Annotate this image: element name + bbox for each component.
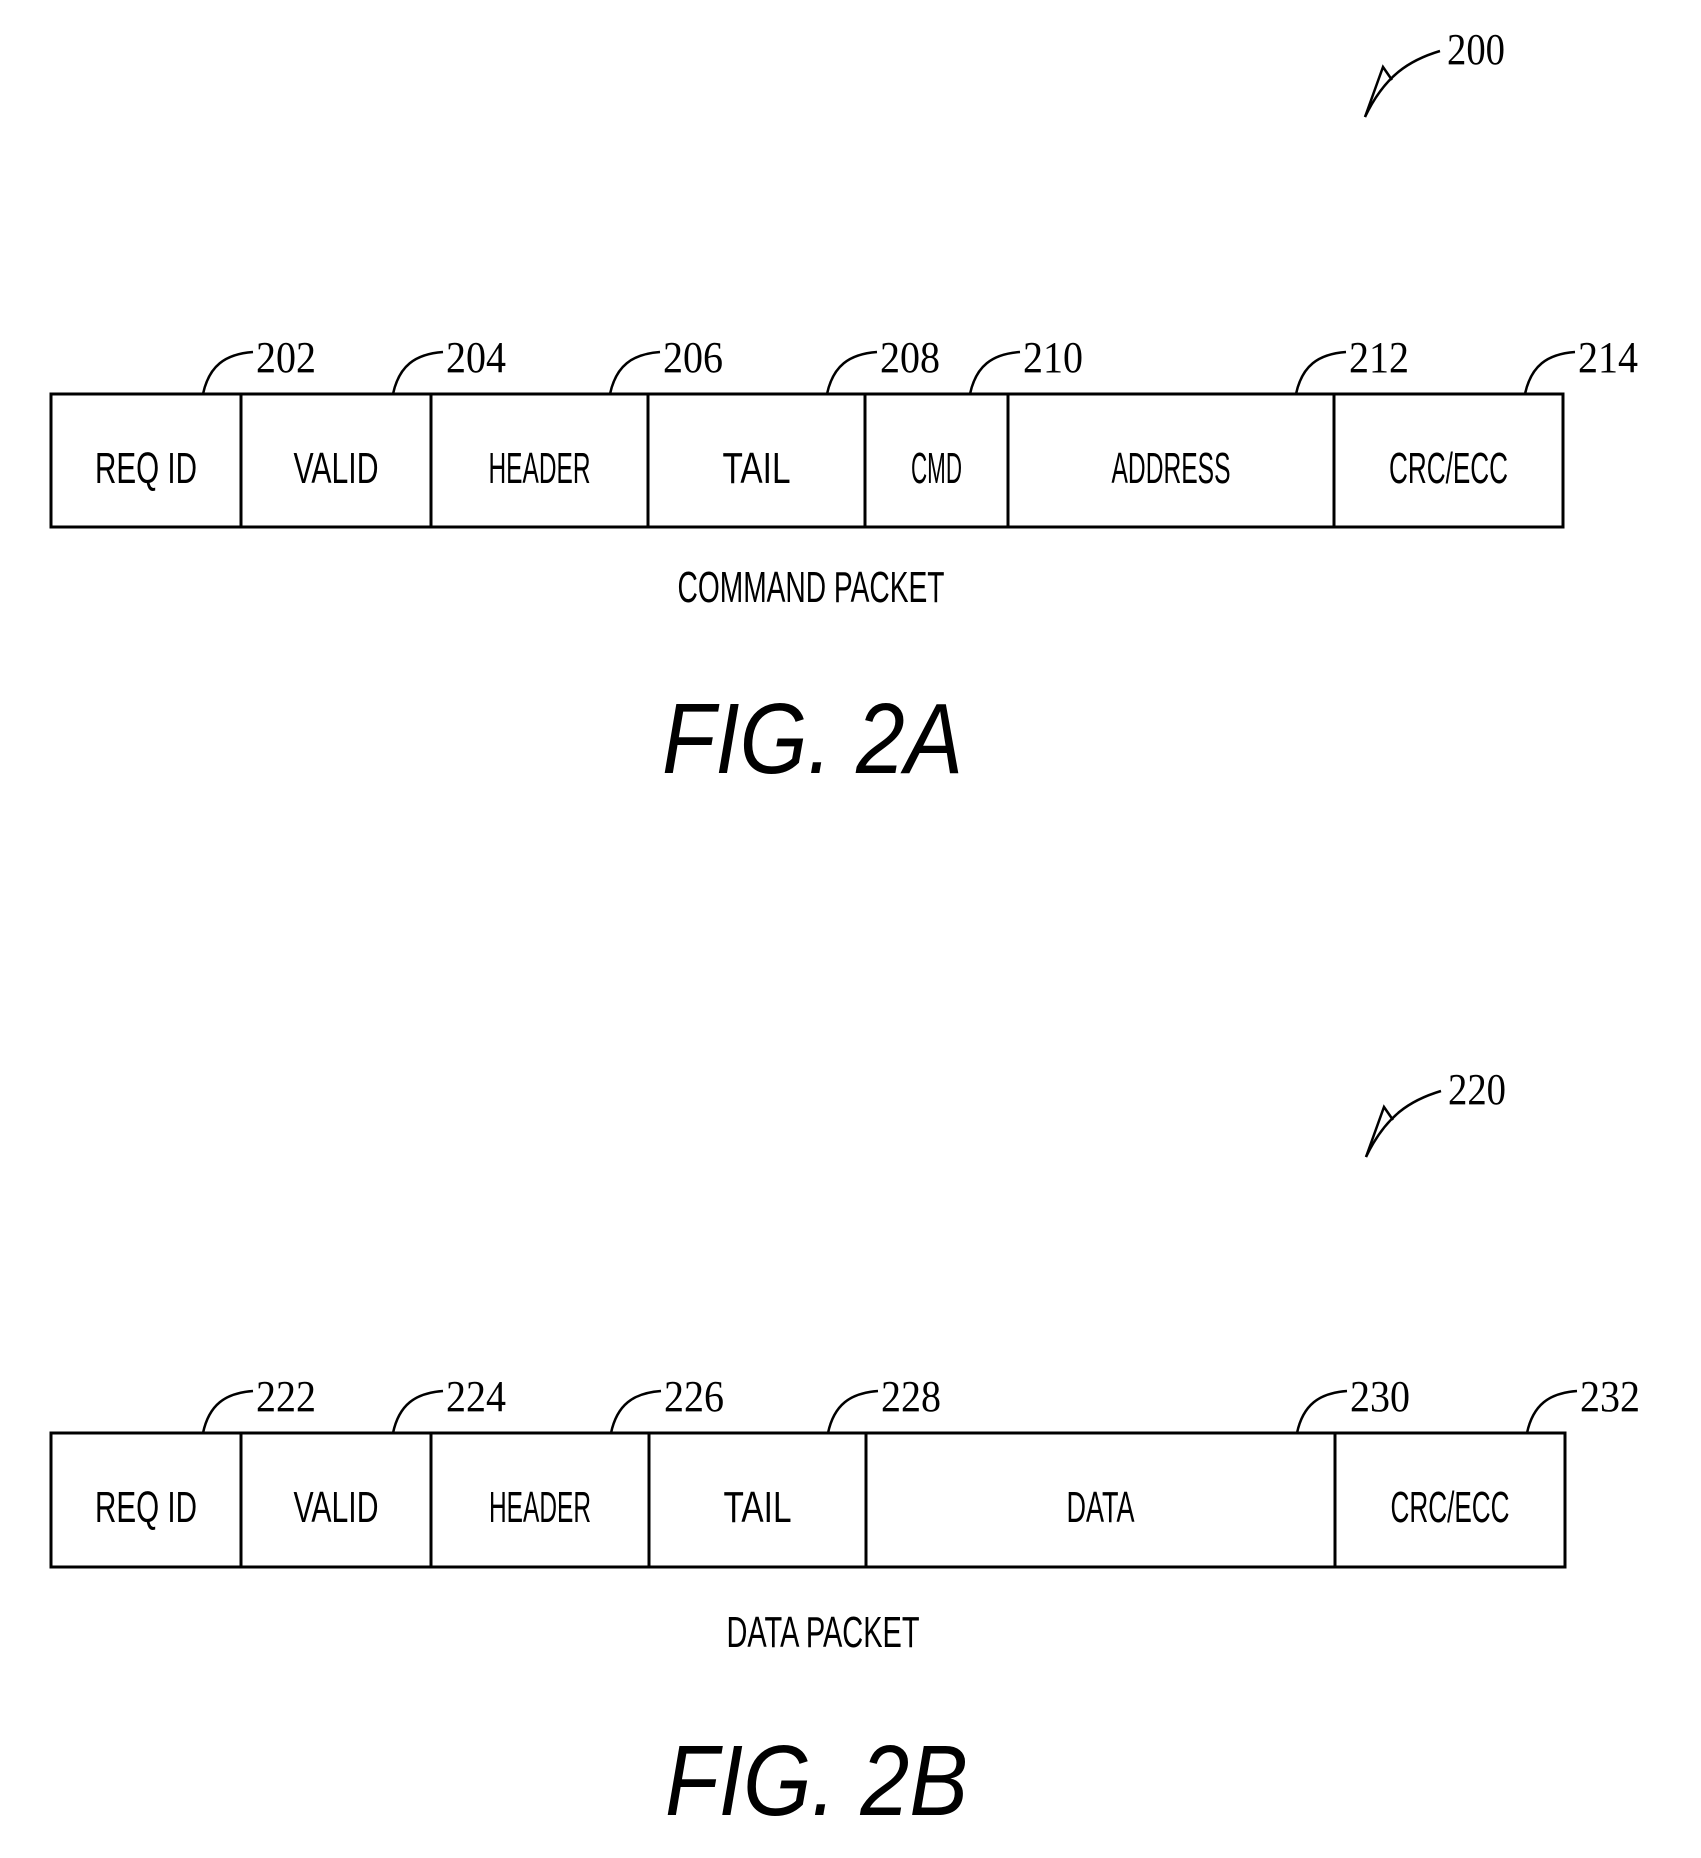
reference-number: 212 [1349, 333, 1409, 382]
reference-number: 226 [664, 1372, 724, 1421]
field-label: HEADER [489, 444, 591, 493]
reference-number: 208 [880, 333, 940, 382]
reference-leader-line [1525, 1389, 1578, 1434]
figure-label: FIG. 2B [665, 1725, 968, 1837]
figure-label: FIG. 2A [662, 683, 963, 795]
field-label: CRC/ECC [1389, 444, 1508, 493]
reference-leader-line [825, 350, 878, 395]
field-label: CRC/ECC [1391, 1483, 1510, 1532]
figure-2b: 220 REQ ID222VALID224HEADER226TAIL228DAT… [49, 1065, 1640, 1837]
reference-number: 232 [1580, 1372, 1640, 1421]
reference-arrow-200: 200 [1363, 25, 1505, 118]
field-label: CMD [911, 444, 962, 493]
reference-number: 204 [446, 333, 506, 382]
reference-leader-line [201, 350, 254, 395]
reference-number: 230 [1350, 1372, 1410, 1421]
reference-number: 210 [1023, 333, 1083, 382]
field-label: REQ ID [95, 1483, 197, 1532]
data-packet-diagram: REQ ID 222 VALID 224 HEADER 226 TAIL 228 DATA 230… [49, 1372, 1640, 1569]
reference-number: 222 [256, 1372, 316, 1421]
field-label: HEADER [489, 1483, 591, 1532]
reference-number: 220 [1448, 1065, 1506, 1114]
reference-leader-line [609, 1389, 662, 1434]
field-label: DATA [1067, 1483, 1135, 1532]
reference-leader-line [1523, 350, 1576, 395]
reference-leader-line [1295, 1389, 1348, 1434]
reference-arrow-220: 220 [1364, 1065, 1506, 1158]
reference-leader-line [608, 350, 661, 395]
packet-caption: DATA PACKET [727, 1608, 920, 1657]
field-label: ADDRESS [1112, 444, 1231, 493]
command-packet-diagram: REQ ID 202 VALID 204 HEADER 206 TAIL 208 CMD 210 A… [49, 333, 1638, 529]
reference-number: 206 [663, 333, 723, 382]
patent-figure-sheet: 200 REQ ID 202 VALID 204 HEADER 206 TAIL 208 CMD… [49, 25, 1640, 1837]
reference-leader-line [1294, 350, 1347, 395]
reference-leader-line [826, 1389, 879, 1434]
reference-number: 214 [1578, 333, 1638, 382]
field-label: VALID [294, 1483, 379, 1532]
reference-number: 228 [881, 1372, 941, 1421]
field-label: TAIL [724, 1483, 792, 1532]
packet-caption: COMMAND PACKET [678, 563, 945, 612]
reference-leader-line [391, 350, 444, 395]
field-label: VALID [294, 444, 379, 493]
reference-leader-line [201, 1389, 254, 1434]
field-label: TAIL [723, 444, 791, 493]
field-label: REQ ID [95, 444, 197, 493]
reference-number: 202 [256, 333, 316, 382]
reference-number: 200 [1447, 25, 1505, 74]
figure-2a: 200 REQ ID 202 VALID 204 HEADER 206 TAIL 208 CMD… [49, 25, 1638, 795]
reference-number: 224 [446, 1372, 506, 1421]
reference-leader-line [391, 1389, 444, 1434]
packet-field: DATA 230 [864, 1372, 1410, 1569]
reference-leader-line [968, 350, 1021, 395]
